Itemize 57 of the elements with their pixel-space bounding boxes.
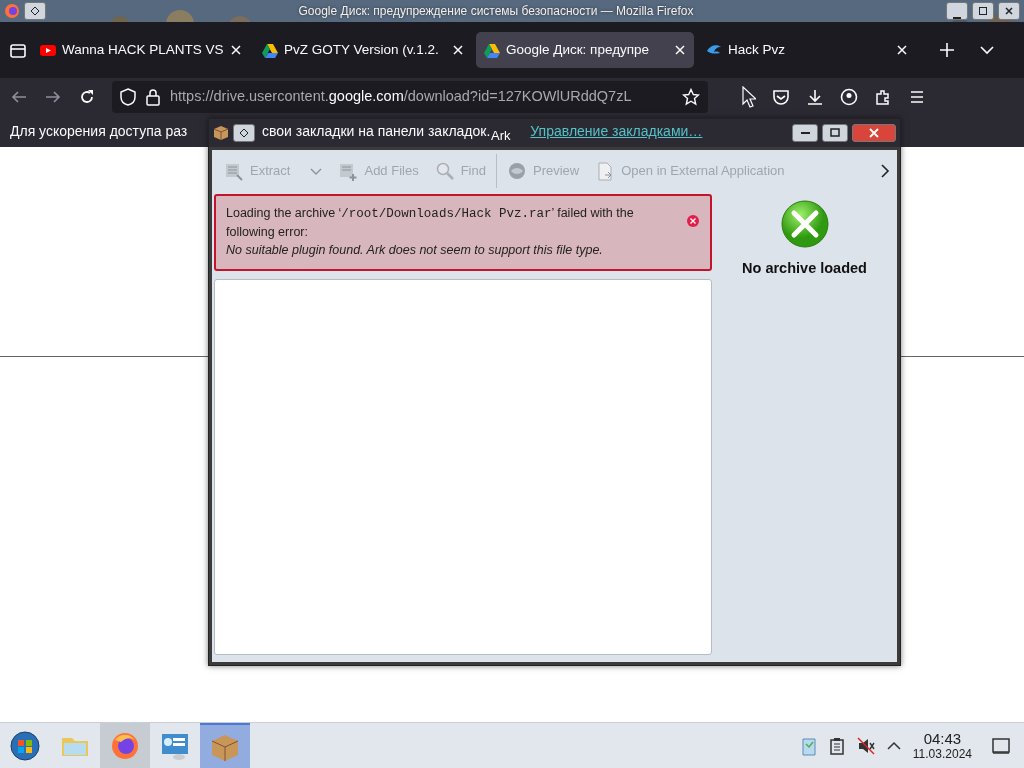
minimize-button[interactable] <box>792 124 818 142</box>
triangle-logo-icon <box>484 42 500 58</box>
close-icon[interactable] <box>230 44 242 56</box>
account-icon[interactable] <box>840 88 858 106</box>
taskbar-app-button[interactable] <box>100 723 150 768</box>
lock-icon[interactable] <box>146 88 160 106</box>
eye-icon <box>506 161 527 181</box>
archive-icon <box>338 161 359 181</box>
maximize-button[interactable] <box>822 124 848 142</box>
notice-text: Для ускорения доступа раз <box>10 122 188 141</box>
window-title: Google Диск: предупреждение системы безопасности — Mozilla Firefox <box>298 3 694 20</box>
minimize-button[interactable] <box>946 2 968 20</box>
start-menu-icon <box>9 729 41 762</box>
clipboard-note-icon[interactable] <box>800 735 817 756</box>
show-desktop-icon[interactable] <box>992 736 1010 755</box>
close-icon <box>1004 6 1014 16</box>
diamond-icon <box>239 128 249 138</box>
close-icon <box>868 127 880 139</box>
pin-button[interactable] <box>233 124 255 142</box>
clipboard-icon[interactable] <box>828 736 845 755</box>
error-message: Loading the archive ‘/root/Downloads/Hack Pvz.rar’ failed with the following error: No suitable plugin found. Ark does not seem to support this file type. <box>226 205 635 259</box>
close-icon[interactable] <box>452 44 464 56</box>
window-title: Ark <box>491 127 511 145</box>
close-button[interactable] <box>998 2 1020 20</box>
close-icon[interactable] <box>896 44 908 56</box>
browser-tab[interactable]: Hack Pvz <box>698 32 916 68</box>
package-icon[interactable] <box>213 125 229 141</box>
browser-tab[interactable]: Google Диск: предупре <box>476 32 694 68</box>
pocket-icon[interactable] <box>772 88 790 106</box>
notice-text: свои закладки на панели закладок. <box>262 122 491 141</box>
puzzle-icon[interactable] <box>874 88 892 106</box>
maximize-icon <box>978 6 988 16</box>
new-tab-icon[interactable] <box>938 41 956 59</box>
download-icon[interactable] <box>806 88 824 106</box>
reload-icon[interactable] <box>78 88 96 106</box>
status-label: No archive loaded <box>742 259 867 278</box>
maximize-icon <box>829 127 841 139</box>
maximize-button[interactable] <box>972 2 994 20</box>
close-icon[interactable] <box>674 44 686 56</box>
address-field[interactable]: https://drive.usercontent.google.com/download?id=127KOWlURddQ7zL <box>112 81 708 113</box>
archive-icon <box>224 161 244 181</box>
video-icon <box>40 42 56 58</box>
pin-button[interactable] <box>24 2 46 20</box>
clock[interactable]: 04:43 11.03.2024 <box>912 731 972 760</box>
menu-icon[interactable] <box>908 88 926 106</box>
browser-tab[interactable]: Wanna HACK PLANTS VS <box>32 32 250 68</box>
diamond-icon <box>30 6 40 16</box>
muted-speaker-icon[interactable] <box>856 736 875 755</box>
chevron-right-icon[interactable] <box>879 162 891 180</box>
minimize-icon <box>800 132 810 134</box>
shield-icon[interactable] <box>120 88 136 106</box>
search-icon <box>434 161 455 181</box>
star-icon[interactable] <box>682 88 700 106</box>
pointer-icon <box>742 86 756 108</box>
manage-bookmarks-link[interactable]: Управление закладками… <box>530 121 703 142</box>
browser-tab[interactable]: PvZ GOTY Version (v.1.2. <box>254 32 472 68</box>
triangle-logo-icon <box>262 42 278 58</box>
